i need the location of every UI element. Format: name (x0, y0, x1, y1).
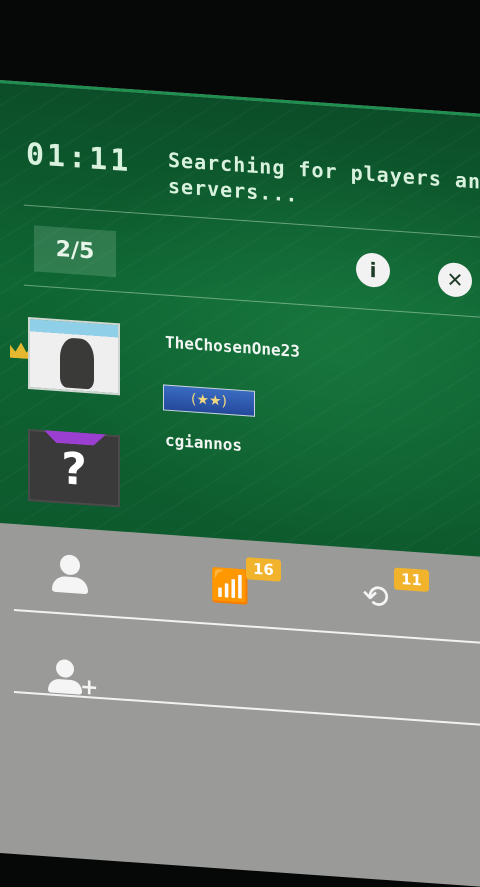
bottom-divider-1 (14, 608, 480, 644)
history-count-badge: 11 (394, 567, 429, 592)
bottom-divider-2 (14, 690, 480, 726)
app-screen: 01:11 Searching for players and servers.… (0, 80, 480, 887)
rank-badge: (★★) (163, 384, 255, 417)
lobby-panel: 01:11 Searching for players and servers.… (0, 80, 480, 557)
player-name-1[interactable]: TheChosenOne23 (165, 333, 300, 361)
player-avatar-1[interactable] (28, 316, 120, 396)
avatar-figure (60, 337, 94, 390)
player-name-2[interactable]: cgiannos (165, 431, 242, 455)
friends-icon[interactable] (48, 553, 92, 596)
search-timer: 01:11 (26, 136, 132, 180)
player-count: 2/5 (34, 225, 116, 278)
notifications-count-badge: 16 (246, 557, 281, 582)
unknown-avatar-icon: ? (61, 443, 87, 497)
players-divider (24, 284, 480, 318)
close-icon[interactable]: ✕ (438, 261, 472, 299)
player-avatar-2[interactable]: ? (28, 428, 120, 508)
search-status: Searching for players and servers... (168, 147, 480, 221)
info-icon[interactable]: i (356, 251, 390, 289)
